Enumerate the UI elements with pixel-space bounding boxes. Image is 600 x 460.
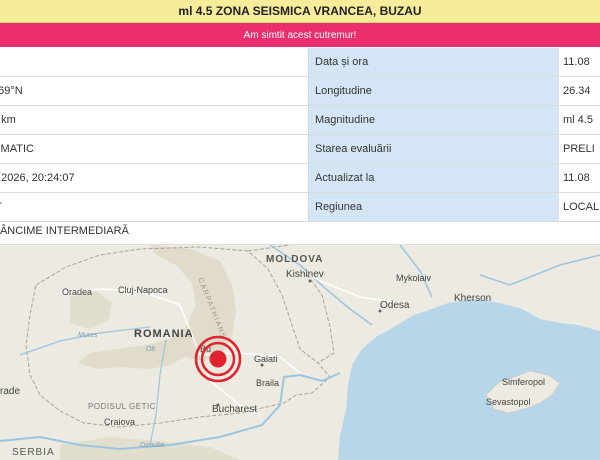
detail-value-left: 8.2026, 20:24:07 (0, 163, 309, 193)
label-simferopol: Simferopol (502, 377, 545, 387)
label-serbia: SERBIA (12, 447, 55, 458)
page-title: ml 4.5 ZONA SEISMICA VRANCEA, BUZAU (0, 0, 600, 23)
label-mures: Mures (78, 332, 98, 339)
detail-label: Longitudine (308, 76, 559, 106)
label-danube: Danube (140, 442, 165, 449)
detail-label: Actualizat la (308, 163, 559, 193)
detail-value-right: PRELI (559, 134, 600, 164)
detail-value-left: 6 (0, 48, 309, 77)
city-dot-galati (260, 363, 264, 367)
detail-label: Data și ora (308, 48, 559, 77)
label-galati: Galati (254, 354, 278, 364)
detail-value-left: 969°N (0, 76, 309, 106)
label-romania: ROMANIA (134, 328, 194, 340)
detail-value-left: 0 km (0, 105, 309, 135)
label-kishinev: Kishinev (286, 269, 324, 280)
depth-classification: DÂNCIME INTERMEDIARĂ (0, 218, 600, 245)
detail-value-right: 11.08 (559, 48, 600, 77)
city-dot-bucharest (216, 403, 220, 407)
earthquake-details-table: 6 Data și ora 11.08 969°N Longitudine 26… (0, 48, 600, 222)
epicenter-map[interactable]: CARPATHIANS MOLDOVA Kishinev Mykolaiv Od… (0, 245, 600, 460)
table-row: 969°N Longitudine 26.34 (0, 76, 600, 106)
label-odesa: Odesa (380, 300, 410, 311)
label-braila: Braila (256, 378, 279, 388)
table-row: 8.2026, 20:24:07 Actualizat la 11.08 (0, 163, 600, 193)
city-dot-odesa (378, 309, 382, 313)
table-row: 0 km Magnitudine ml 4.5 (0, 105, 600, 135)
table-row: OMATIC Starea evaluării PRELI (0, 134, 600, 164)
detail-value-right: ml 4.5 (559, 105, 600, 135)
label-kherson: Kherson (454, 293, 491, 304)
label-craiova: Craiova (104, 417, 135, 427)
felt-earthquake-button[interactable]: Am simtit acest cutremur! (0, 23, 600, 47)
detail-value-left: OMATIC (0, 134, 309, 164)
table-row: 6 Data și ora 11.08 (0, 48, 600, 77)
city-dot-kishinev (308, 279, 312, 283)
label-moldova: MOLDOVA (266, 254, 323, 265)
detail-label: Starea evaluării (308, 134, 559, 164)
label-sevastopol: Sevastopol (486, 397, 531, 407)
detail-label: Magnitudine (308, 105, 559, 135)
label-mykolaiv: Mykolaiv (396, 273, 432, 283)
label-cluj: Cluj-Napoca (118, 285, 168, 295)
label-oradea: Oradea (62, 287, 92, 297)
label-rade: rade (0, 386, 20, 397)
detail-value-right: 11.08 (559, 163, 600, 193)
epicenter-dot (209, 350, 227, 368)
label-olt: Olt (146, 346, 156, 353)
detail-value-right: 26.34 (559, 76, 600, 106)
epicenter-marker[interactable] (194, 335, 242, 383)
label-podisul: PODISUL GETIC (88, 402, 156, 411)
